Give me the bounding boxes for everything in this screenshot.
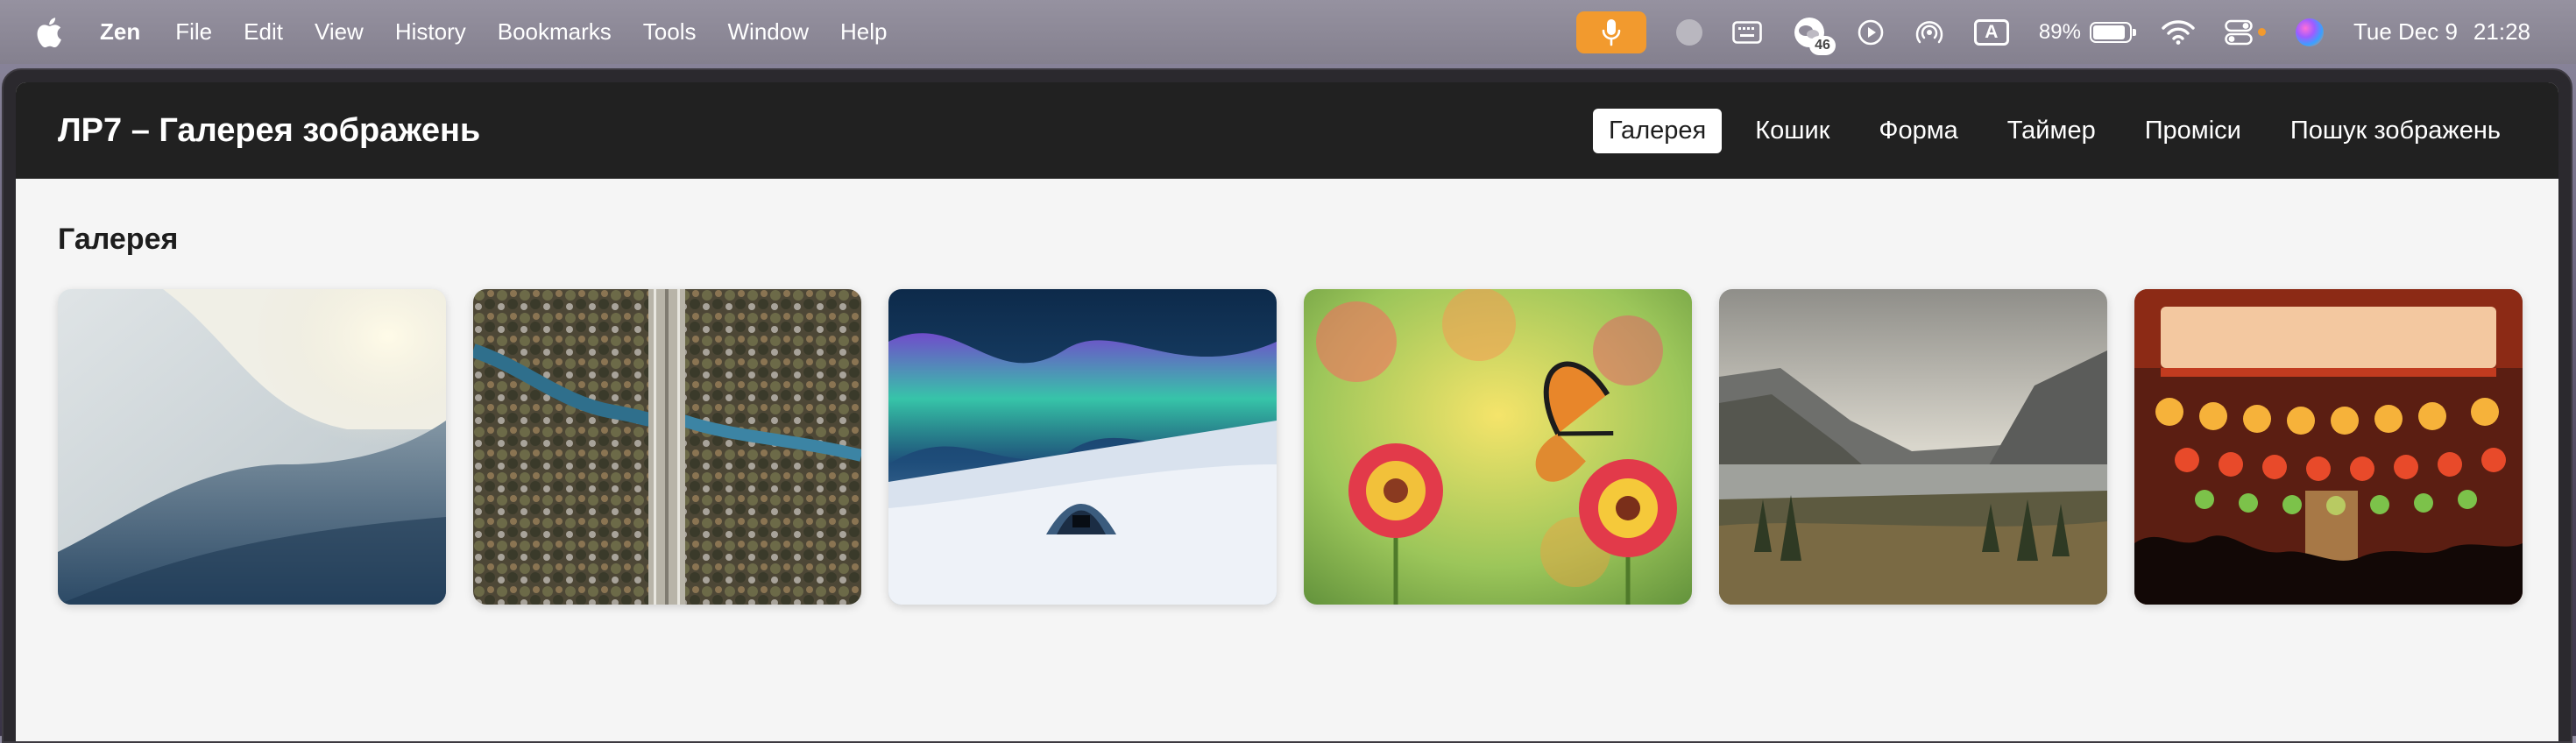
site-title: ЛР7 – Галерея зображень (58, 111, 481, 149)
wechat-icon[interactable]: 46 (1792, 0, 1836, 64)
nav-image-search[interactable]: Пошук зображень (2275, 109, 2516, 153)
nav-gallery[interactable]: Галерея (1592, 108, 1723, 153)
nav-promises[interactable]: Проміси (2129, 109, 2257, 153)
battery-icon (2089, 21, 2136, 43)
gallery-image-abstract-curve[interactable] (58, 289, 446, 605)
web-page: ЛР7 – Галерея зображень Галерея Кошик Фо… (16, 82, 2558, 741)
menu-bar: Zen File Edit View History Bookmarks Too… (0, 0, 2576, 64)
menu-window[interactable]: Window (728, 0, 809, 64)
site-header: ЛР7 – Галерея зображень Галерея Кошик Фо… (16, 82, 2558, 179)
gallery-grid (58, 289, 2550, 605)
menu-bar-left: Zen File Edit View History Bookmarks Too… (35, 0, 918, 64)
gallery-heading: Галерея (58, 223, 179, 256)
keyboard-icon[interactable] (1732, 0, 1762, 64)
play-icon[interactable] (1857, 0, 1885, 64)
nav-form[interactable]: Форма (1863, 109, 1973, 153)
gallery-image-aurora-ice[interactable] (888, 289, 1277, 605)
siri-icon[interactable] (2295, 0, 2324, 64)
wifi-icon[interactable] (2162, 0, 2195, 64)
menu-history[interactable]: History (395, 0, 466, 64)
gallery-image-lantern-street[interactable] (2134, 289, 2523, 605)
gallery-image-mountain-lake[interactable] (1719, 289, 2107, 605)
battery-level-fill (2092, 25, 2125, 39)
menu-file[interactable]: File (175, 0, 212, 64)
menu-help[interactable]: Help (840, 0, 887, 64)
gallery-image-forest-bridge[interactable] (473, 289, 861, 605)
privacy-indicator-dot (2257, 28, 2266, 36)
menu-bar-status: 46 A 89% Tue Dec 9 21:28 (1575, 0, 2530, 64)
menu-tools[interactable]: Tools (643, 0, 697, 64)
gallery-image-butterfly-flowers[interactable] (1304, 289, 1692, 605)
browser-window: ЛР7 – Галерея зображень Галерея Кошик Фо… (2, 68, 2572, 743)
airdrop-icon[interactable] (1914, 0, 1944, 64)
menu-bookmarks[interactable]: Bookmarks (498, 0, 612, 64)
menu-edit[interactable]: Edit (244, 0, 283, 64)
site-nav: Галерея Кошик Форма Таймер Проміси Пошук… (1575, 108, 2516, 153)
control-center-icon[interactable] (2225, 0, 2266, 64)
clock-time: 21:28 (2473, 18, 2530, 45)
nav-timer[interactable]: Таймер (1992, 109, 2112, 153)
input-source-icon[interactable]: A (1973, 0, 2009, 64)
menu-bar-clock[interactable]: Tue Dec 9 21:28 (2353, 18, 2530, 46)
recording-dot-icon[interactable] (1675, 0, 1702, 64)
nav-cart[interactable]: Кошик (1739, 109, 1845, 153)
battery-percent: 89% (2038, 19, 2081, 44)
clock-date: Tue Dec 9 (2353, 18, 2458, 45)
menu-app-name[interactable]: Zen (100, 0, 140, 64)
microphone-icon[interactable] (1575, 11, 1646, 53)
notification-count-badge: 46 (1809, 35, 1836, 55)
battery-indicator[interactable]: 89% (2038, 0, 2136, 64)
apple-icon[interactable] (35, 17, 63, 48)
menu-view[interactable]: View (315, 0, 364, 64)
